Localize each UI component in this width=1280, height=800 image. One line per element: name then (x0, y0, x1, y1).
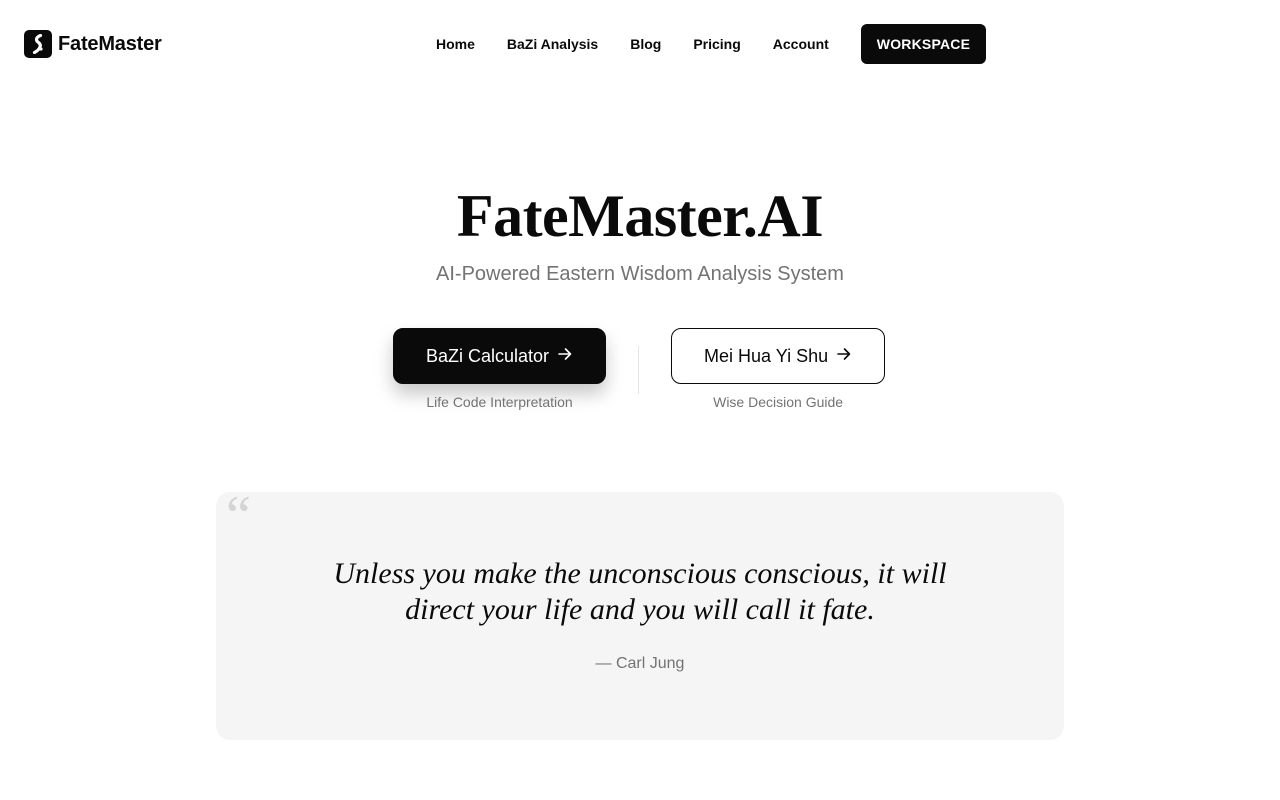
mei-hua-yi-shu-label: Mei Hua Yi Shu (704, 345, 829, 366)
cta-divider (638, 346, 640, 394)
nav-bazi-analysis[interactable]: BaZi Analysis (491, 24, 614, 64)
bazi-calculator-caption: Life Code Interpretation (426, 394, 573, 410)
quote-card: “ Unless you make the unconscious consci… (216, 488, 1064, 740)
quote-mark-icon: “ (226, 485, 251, 547)
cta-group-bazi: BaZi Calculator Life Code Interpretation (393, 328, 607, 410)
workspace-button[interactable]: WORKSPACE (860, 24, 987, 64)
cta-row: BaZi Calculator Life Code Interpretation… (393, 328, 887, 410)
hero-title: FateMaster.AI (456, 183, 824, 249)
quote-text: Unless you make the unconscious consciou… (333, 557, 947, 626)
bazi-calculator-button[interactable]: BaZi Calculator (393, 328, 607, 384)
arrow-right-icon (836, 346, 852, 367)
main-nav: Home BaZi Analysis Blog Pricing Account … (420, 24, 987, 64)
arrow-right-icon (557, 346, 573, 367)
hero-section: FateMaster.AI AI-Powered Eastern Wisdom … (0, 180, 1280, 286)
hero-subtitle: AI-Powered Eastern Wisdom Analysis Syste… (436, 263, 844, 285)
quote-author: — Carl Jung (595, 655, 685, 672)
nav-account[interactable]: Account (757, 24, 845, 64)
nav-blog[interactable]: Blog (614, 24, 677, 64)
nav-pricing[interactable]: Pricing (677, 24, 756, 64)
nav-home[interactable]: Home (420, 24, 491, 64)
brand-name: FateMaster (58, 32, 162, 55)
bazi-calculator-label: BaZi Calculator (426, 345, 550, 366)
mei-hua-yi-shu-caption: Wise Decision Guide (713, 394, 844, 410)
mei-hua-yi-shu-button[interactable]: Mei Hua Yi Shu (671, 328, 886, 384)
cta-group-meihua: Mei Hua Yi Shu Wise Decision Guide (671, 328, 886, 410)
brand-logo-link[interactable]: FateMaster (24, 30, 162, 58)
top-navbar: FateMaster Home BaZi Analysis Blog Prici… (0, 0, 1280, 88)
yin-yang-swirl-icon (24, 30, 52, 58)
